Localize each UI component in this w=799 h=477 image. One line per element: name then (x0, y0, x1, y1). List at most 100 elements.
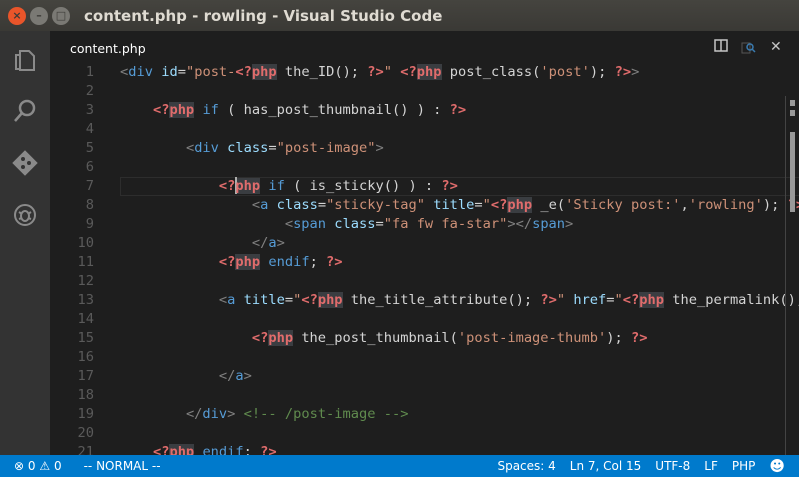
window-title: content.php - rowling - Visual Studio Co… (84, 6, 443, 25)
code-line[interactable]: 21 <?php endif; ?> (50, 443, 790, 455)
code-line[interactable]: 15 <?php the_post_thumbnail('post-image-… (50, 329, 790, 348)
token-str: "post-image" (276, 140, 376, 156)
line-code: <a title="<?php the_title_attribute(); ?… (120, 291, 799, 310)
code-line[interactable]: 6 (50, 158, 790, 177)
token-name: span (532, 216, 566, 232)
code-line[interactable]: 7 <?php if ( is_sticky() ) : ?> (50, 177, 799, 196)
code-line[interactable]: 17 </a> (50, 367, 790, 386)
token-tag: < (284, 216, 294, 232)
code-line[interactable]: 20 (50, 424, 790, 443)
token-php: <? (235, 64, 252, 80)
token-php: ?> (540, 292, 557, 308)
maximize-window-button[interactable]: □ (52, 6, 70, 25)
token-kw: endif (268, 254, 310, 270)
token-php: <? (152, 102, 170, 118)
git-button[interactable] (0, 137, 50, 189)
language-mode[interactable]: PHP (725, 459, 763, 473)
vertical-scrollbar[interactable] (785, 96, 799, 456)
token-plain: ; (243, 444, 261, 455)
code-line[interactable]: 1 <div id="post-<?php the_ID(); ?>" <?php… (50, 63, 790, 82)
feedback-button[interactable]: ☻ (762, 457, 799, 475)
error-count: 0 (27, 459, 36, 473)
token-phpw: php (235, 177, 261, 194)
token-phpw: php (235, 254, 261, 270)
code-line[interactable]: 9 <span class="fa fw fa-star"></span> (50, 215, 790, 234)
debug-button[interactable] (0, 189, 50, 241)
tab-content-php[interactable]: content.php (70, 41, 146, 56)
line-code: </a> (120, 367, 252, 386)
cursor-position[interactable]: Ln 7, Col 15 (563, 459, 649, 473)
code-line[interactable]: 14 (50, 310, 790, 329)
token-kw: if (202, 102, 219, 118)
code-line[interactable]: 5 <div class="post-image"> (50, 139, 790, 158)
token-str: " (614, 292, 623, 308)
code-line[interactable]: 4 (50, 120, 790, 139)
line-code: </a> (120, 234, 285, 253)
token-phpw: php (416, 64, 442, 80)
line-number: 13 (77, 292, 94, 308)
code-line[interactable]: 8 <a class="sticky-tag" title="<?php _e(… (50, 196, 799, 215)
indentation-setting[interactable]: Spaces: 4 (490, 459, 562, 473)
code-line[interactable]: 2 (50, 82, 790, 101)
close-icon: ✕ (770, 39, 782, 55)
code-line[interactable]: 3 <?php if ( has_post_thumbnail() ) : ?> (50, 101, 790, 120)
token-comment: <!-- /post-image --> (243, 406, 409, 422)
title-bar: × – □ content.php - rowling - Visual Stu… (0, 0, 799, 31)
code-line[interactable]: 13 <a title="<?php the_title_attribute()… (50, 291, 799, 310)
minimize-window-button[interactable]: – (30, 6, 48, 25)
token-phpw: php (268, 330, 294, 346)
token-attr: class (334, 216, 376, 232)
code-line[interactable]: 19 </div> <!-- /post-image --> (50, 405, 790, 424)
line-number: 15 (77, 330, 94, 346)
token-str: " (383, 64, 393, 80)
token-php: ?> (441, 178, 458, 194)
line-code: </div> <!-- /post-image --> (120, 405, 409, 424)
line-number: 8 (85, 197, 94, 213)
token-phpw: php (317, 292, 343, 308)
code-line[interactable]: 16 (50, 348, 790, 367)
token-str: 'post' (540, 64, 590, 80)
token-attr: id (161, 64, 178, 80)
token-php: <? (400, 64, 417, 80)
open-preview-button[interactable] (741, 39, 757, 59)
token-attr: title (433, 197, 475, 213)
split-editor-button[interactable] (714, 39, 728, 56)
line-number: 6 (85, 159, 94, 175)
line-ending[interactable]: LF (697, 459, 725, 473)
git-icon (12, 150, 38, 176)
token-phpw: php (639, 292, 665, 308)
token-str: "sticky-tag" (326, 197, 425, 213)
token-tag: > (276, 235, 285, 251)
close-window-button[interactable]: × (8, 6, 26, 25)
encoding[interactable]: UTF-8 (648, 459, 697, 473)
code-line[interactable]: 18 (50, 386, 790, 405)
token-attr: title (243, 292, 285, 308)
tab-bar: content.php ✕ (50, 31, 799, 66)
activity-bar (0, 31, 50, 455)
line-number: 14 (77, 311, 94, 327)
token-php: <? (152, 444, 170, 455)
token-php: ?> (630, 330, 648, 346)
search-button[interactable] (0, 85, 50, 137)
problems-indicator[interactable]: ⊗ 0 ⚠ 0 (0, 459, 69, 473)
line-number: 7 (85, 178, 94, 194)
token-plain: the_title_attribute(); (342, 292, 541, 308)
files-icon (15, 50, 35, 71)
explorer-button[interactable] (0, 33, 50, 85)
token-plain: = (284, 292, 294, 308)
token-name: div (194, 140, 219, 156)
code-line[interactable]: 12 (50, 272, 790, 291)
code-line[interactable]: 10 </a> (50, 234, 790, 253)
code-editor[interactable]: 1 <div id="post-<?php the_ID(); ?>" <?php… (50, 63, 799, 455)
code-line[interactable]: 11 <?php endif; ?> (50, 253, 790, 272)
close-tab-button[interactable]: ✕ (770, 39, 782, 55)
line-number: 4 (85, 121, 94, 137)
line-code: <?php endif; ?> (120, 443, 277, 455)
